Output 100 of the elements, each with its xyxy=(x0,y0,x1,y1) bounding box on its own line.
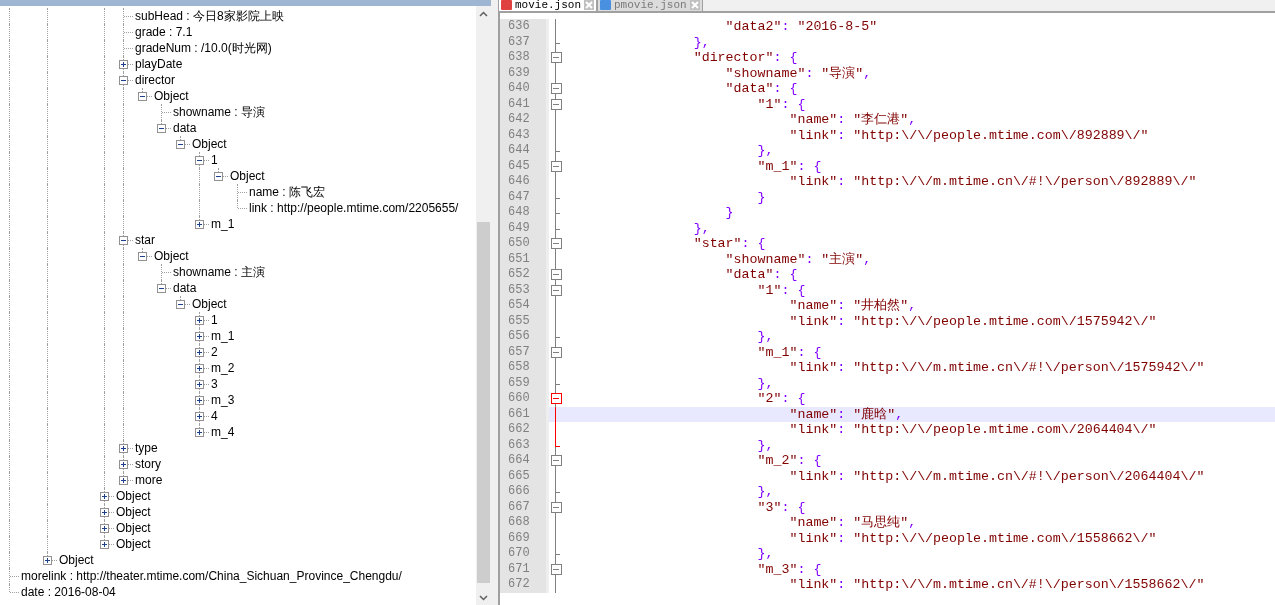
fold-toggle[interactable] xyxy=(550,98,562,110)
expand-toggle[interactable] xyxy=(119,459,128,469)
line-number: 668 xyxy=(500,515,546,531)
tree-node[interactable]: playDate xyxy=(133,56,183,72)
collapse-toggle[interactable] xyxy=(157,123,166,133)
tree-node[interactable]: m_1 xyxy=(209,328,235,344)
fold-toggle[interactable] xyxy=(550,160,562,172)
code-line: "1": { xyxy=(756,96,806,112)
tree-node[interactable]: name : 陈飞宏 xyxy=(247,184,326,200)
code-line: }, xyxy=(756,143,774,158)
tree-node[interactable]: Object xyxy=(228,168,265,184)
tree-node[interactable]: Object xyxy=(114,520,151,536)
tree-node[interactable]: 1 xyxy=(209,312,218,328)
tree-node[interactable]: data xyxy=(171,120,197,136)
scroll-up-icon[interactable] xyxy=(479,11,488,17)
line-number: 670 xyxy=(500,546,546,562)
expand-toggle[interactable] xyxy=(195,315,204,325)
code-line: "link": "http:\/\/m.mtime.cn\/#!\/person\/892889\/" xyxy=(788,174,1197,189)
collapse-toggle[interactable] xyxy=(176,139,185,149)
fold-toggle[interactable] xyxy=(550,563,562,575)
collapse-toggle[interactable] xyxy=(214,171,223,181)
collapse-toggle[interactable] xyxy=(157,283,166,293)
tree-node[interactable]: Object xyxy=(152,248,189,264)
tree-node[interactable]: director xyxy=(133,72,175,88)
tree-node[interactable]: data xyxy=(171,280,197,296)
fold-toggle[interactable] xyxy=(550,455,562,467)
tree-node[interactable]: m_2 xyxy=(209,360,235,376)
code-line: }, xyxy=(692,34,710,50)
tree-node[interactable]: Object xyxy=(57,552,94,568)
tree-node[interactable]: subHead : 今日8家影院上映 xyxy=(133,8,284,24)
fold-toggle[interactable] xyxy=(550,346,562,358)
code-line: "director": { xyxy=(692,50,798,65)
collapse-toggle[interactable] xyxy=(176,299,185,309)
fold-toggle[interactable] xyxy=(550,284,562,296)
expand-toggle[interactable] xyxy=(195,347,204,357)
expand-toggle[interactable] xyxy=(195,331,204,341)
tree-node[interactable]: m_4 xyxy=(209,424,235,440)
tree-node[interactable]: showname : 导演 xyxy=(171,104,266,120)
tree-node[interactable]: grade : 7.1 xyxy=(133,24,193,40)
tree-node[interactable]: Object xyxy=(152,88,189,104)
tree-node[interactable]: 4 xyxy=(209,408,218,424)
expand-toggle[interactable] xyxy=(195,363,204,373)
fold-toggle[interactable] xyxy=(550,83,562,95)
tree-node[interactable]: star xyxy=(133,232,155,248)
expand-toggle[interactable] xyxy=(195,411,204,421)
tree-node[interactable]: type xyxy=(133,440,158,456)
collapse-toggle[interactable] xyxy=(119,235,128,245)
tree-node[interactable]: showname : 主演 xyxy=(171,264,266,280)
tree-node[interactable]: 3 xyxy=(209,376,218,392)
scroll-down-icon[interactable] xyxy=(479,595,488,601)
expand-toggle[interactable] xyxy=(43,555,52,565)
tree-node[interactable]: Object xyxy=(114,488,151,504)
file-tab[interactable]: movie.json xyxy=(498,0,597,11)
code-line: "link": "http:\/\/m.mtime.cn\/#!\/person\/1575942\/" xyxy=(788,360,1205,375)
tree-node[interactable]: Object xyxy=(114,504,151,520)
tree-node[interactable]: morelink : http://theater.mtime.com/China_Sichuan_Province_Chengdu/ xyxy=(19,568,402,584)
expand-toggle[interactable] xyxy=(195,379,204,389)
collapse-toggle[interactable] xyxy=(138,251,147,261)
scrollbar-thumb[interactable] xyxy=(477,222,490,583)
expand-toggle[interactable] xyxy=(119,443,128,453)
code-line: "name": "李仁港", xyxy=(788,112,917,127)
expand-toggle[interactable] xyxy=(100,523,109,533)
expand-toggle[interactable] xyxy=(100,491,109,501)
expand-toggle[interactable] xyxy=(195,219,204,229)
code-line: "data": { xyxy=(724,267,798,282)
tree-node[interactable]: link : http://people.mtime.com/2205655/ xyxy=(247,200,459,216)
tree-node[interactable]: m_1 xyxy=(209,216,235,232)
expand-toggle[interactable] xyxy=(100,539,109,549)
tree-node[interactable]: Object xyxy=(190,296,227,312)
fold-toggle[interactable] xyxy=(550,52,562,64)
tree-node[interactable]: Object xyxy=(190,136,227,152)
code-line: "m_3": { xyxy=(756,561,822,577)
tree-node[interactable]: Object xyxy=(114,536,151,552)
fold-toggle[interactable] xyxy=(550,501,562,513)
collapse-toggle[interactable] xyxy=(195,155,204,165)
line-number: 636 xyxy=(500,19,546,35)
code-line: "showname": "主演", xyxy=(724,251,872,267)
collapse-toggle[interactable] xyxy=(119,75,128,85)
tree-node[interactable]: 2 xyxy=(209,344,218,360)
tree-node[interactable]: story xyxy=(133,456,161,472)
expand-toggle[interactable] xyxy=(119,59,128,69)
expand-toggle[interactable] xyxy=(195,395,204,405)
collapse-toggle[interactable] xyxy=(138,91,147,101)
code-line: "data2": "2016-8-5" xyxy=(724,19,878,34)
tree-node[interactable]: m_3 xyxy=(209,392,235,408)
code-line: }, xyxy=(756,546,774,561)
tree-node[interactable]: date : 2016-08-04 xyxy=(19,584,116,600)
line-number: 666 xyxy=(500,484,546,500)
tree-node[interactable]: gradeNum : /10.0(时光网) xyxy=(133,40,272,56)
expand-toggle[interactable] xyxy=(119,475,128,485)
tree-node[interactable]: 1 xyxy=(209,152,218,168)
line-number: 638 xyxy=(500,50,546,66)
expand-toggle[interactable] xyxy=(100,507,109,517)
fold-toggle[interactable] xyxy=(550,238,562,250)
line-number: 644 xyxy=(500,143,546,159)
fold-toggle[interactable] xyxy=(550,269,562,281)
fold-toggle[interactable] xyxy=(550,393,562,405)
expand-toggle[interactable] xyxy=(195,427,204,437)
tree-node[interactable]: more xyxy=(133,472,163,488)
line-number: 672 xyxy=(500,577,546,593)
